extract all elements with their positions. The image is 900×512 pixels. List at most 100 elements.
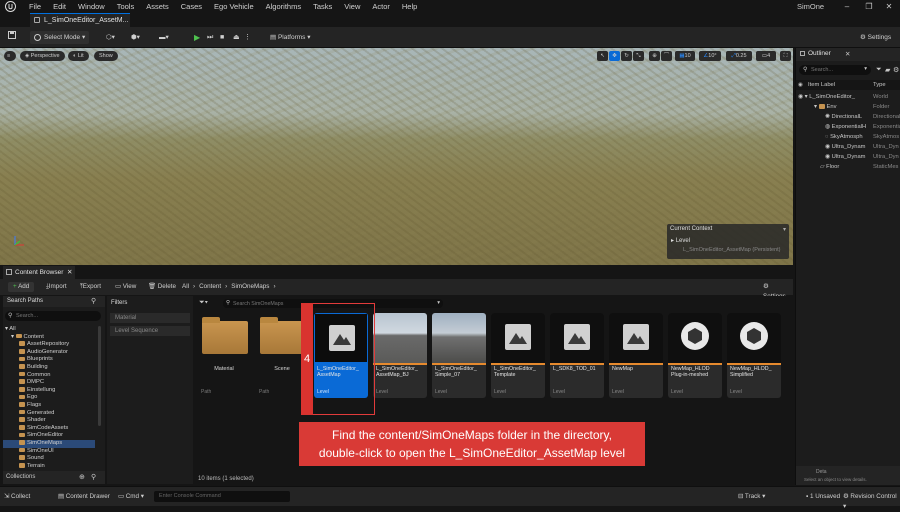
export-button[interactable]: ⤒Export [80,282,101,292]
surface-snap-icon[interactable]: ⌒ [661,51,672,61]
rotate-tool-icon[interactable]: ↻ [621,51,632,61]
outliner-row-actor[interactable]: ✺ DirectionalL Directional [796,112,900,122]
search-icon[interactable]: ⚲ [91,473,96,481]
eye-icon[interactable]: ◉ [798,94,805,100]
context-dropdown-icon[interactable]: ▾ [783,226,786,233]
breadcrumb-all[interactable]: All [182,282,189,292]
add-button[interactable]: + Add [8,282,35,292]
col-item-label[interactable]: Item Label [808,82,835,88]
cb-settings-button[interactable]: ⚙ Settings [763,282,793,300]
content-drawer-button[interactable]: ▤ Content Drawer [58,492,110,502]
scale-tool-icon[interactable]: ⤡ [633,51,644,61]
breadcrumb-content[interactable]: Content [199,282,221,292]
rotation-snap-button[interactable]: ∠10° [699,51,721,61]
outliner-row-actor[interactable]: ◉ Ultra_Dynam Ultra_Dyn [796,142,900,152]
breadcrumb-simonemaps[interactable]: SimOneMaps [231,282,269,292]
delete-button[interactable]: 🗑 Delete [148,282,176,292]
filter-icon[interactable]: ⏷ [876,66,882,74]
level-viewport[interactable]: ≡ ◈ Perspective ◐ Lit Show ↖ ✥ ↻ ⤡ ⊕ ⌒ ▦… [0,48,793,265]
menu-tools[interactable]: Tools [111,0,141,13]
menu-actor[interactable]: Actor [366,0,396,13]
maximize-viewport-icon[interactable]: ⛶ [780,51,791,61]
restore-icon[interactable]: ❐ [858,0,880,13]
add-folder-icon[interactable]: ▰ [885,66,890,74]
cinematics-button[interactable]: ▬▾ [155,31,173,44]
unreal-logo-icon[interactable] [4,0,17,13]
asset-tile-level[interactable]: NewMap_HLOD Plug-in-meshed Level [668,313,722,398]
tab-close-icon[interactable]: ✕ [67,266,72,279]
outliner-row-actor[interactable]: ▱ Floor StaticMes [796,162,900,172]
outliner-search-input[interactable]: ⚲ Search... ▾ [799,65,871,75]
add-collection-icon[interactable]: ⊕ [79,473,85,481]
tree-item-folder[interactable]: Ego [19,394,37,402]
collections-header[interactable]: Collections ⊕ ⚲ [3,471,105,484]
menu-help[interactable]: Help [396,0,423,13]
tree-item-folder[interactable]: AudioGenerator [19,349,68,357]
minimize-icon[interactable]: – [836,0,858,13]
tree-item-folder[interactable]: SimOneUI [19,448,54,456]
outliner-row-world[interactable]: ◉ ▾ L_SimOneEditor_ World [796,92,900,102]
unsaved-indicator[interactable]: ▪ 1 Unsaved [806,492,840,502]
asset-tile-level[interactable]: NewMap Level [609,313,663,398]
perspective-button[interactable]: ◈ Perspective [20,51,65,61]
menu-assets[interactable]: Assets [140,0,175,13]
track-dropdown[interactable]: ⊟ Track ▾ [738,492,765,502]
menu-view[interactable]: View [338,0,366,13]
filter-dropdown-icon[interactable]: ⏷▾ [199,299,208,307]
add-actor-button[interactable]: ⬡▾ [102,31,119,44]
tree-item-folder[interactable]: Generated [19,410,54,418]
tree-item-folder[interactable]: Blueprints [19,356,53,364]
content-browser-tab[interactable]: Content Browser ✕ [3,266,75,279]
save-icon[interactable] [4,31,18,44]
menu-tasks[interactable]: Tasks [307,0,338,13]
outliner-row-actor[interactable]: ◌ SkyAtmosph SkyAtmos [796,132,900,142]
menu-ego-vehicle[interactable]: Ego Vehicle [208,0,260,13]
lit-button[interactable]: ◐ Lit [68,51,89,61]
asset-tile-level[interactable]: L_SimOneEditor_ AssetMap_BJ Level [373,313,427,398]
tree-item-folder[interactable]: Terrain [19,463,45,471]
outliner-row-actor[interactable]: ◉ Ultra_Dynam Ultra_Dyn [796,152,900,162]
close-icon[interactable]: ✕ [878,0,900,13]
menu-file[interactable]: File [23,0,47,13]
tree-item-folder[interactable]: Common [19,372,51,380]
view-button[interactable]: ▭ View [115,282,136,292]
settings-button[interactable]: ⚙ Settings ▾ [856,31,900,54]
cmd-dropdown[interactable]: ▭ Cmd ▾ [118,492,144,502]
folder-tile-material[interactable]: Material Path [197,313,251,398]
show-button[interactable]: Show [94,51,118,61]
collect-button[interactable]: ⇲ Collect [4,492,30,502]
tree-item-folder[interactable]: Sound [19,455,44,463]
world-space-icon[interactable]: ⊕ [649,51,660,61]
tree-item-folder[interactable]: Einstellung [19,387,55,395]
tree-item-folder[interactable]: SimCodeAssets [19,425,68,433]
tree-scrollbar[interactable] [98,326,101,426]
filter-material[interactable]: Material [110,313,190,323]
col-type[interactable]: Type [873,82,886,88]
search-icon[interactable]: ⚲ [91,297,96,305]
tree-item-folder[interactable]: Shader [19,417,46,425]
asset-tile-level[interactable]: NewMap_HLOD_ Simplified Level [727,313,781,398]
translate-tool-icon[interactable]: ✥ [609,51,620,61]
tree-item-all[interactable]: ▾ All [5,326,16,334]
console-input[interactable]: Enter Console Command [154,491,290,502]
visibility-col-icon[interactable]: ◉ [798,82,803,88]
tree-item-folder[interactable]: Building [19,364,48,372]
select-mode-button[interactable]: Select Mode ▾ [30,31,90,44]
select-tool-icon[interactable]: ↖ [597,51,608,61]
asset-tile-level[interactable]: L_SimOneEditor_ Simple_07 Level [432,313,486,398]
menu-algorithms[interactable]: Algorithms [260,0,307,13]
tree-item-folder[interactable]: AssetRepository [19,341,69,349]
outliner-settings-icon[interactable]: ⚙ [893,66,899,74]
scale-snap-button[interactable]: ⤢0.25 [726,51,752,61]
play-options-icon[interactable]: ⋮ [240,31,255,44]
tree-item-folder[interactable]: DMPC [19,379,44,387]
asset-tile-level[interactable]: L_SDK8_TOD_01 Level [550,313,604,398]
platforms-button[interactable]: ▤ Platforms ▾ [266,31,314,44]
outliner-close-icon[interactable]: ✕ [845,50,850,58]
menu-edit[interactable]: Edit [47,0,72,13]
tree-item-content[interactable]: ▾ Content [11,334,44,342]
import-button[interactable]: ⤓Import [46,282,67,292]
menu-cases[interactable]: Cases [175,0,208,13]
blueprint-button[interactable]: ⬢▾ [127,31,144,44]
tree-item-folder[interactable]: Flags [19,402,41,410]
